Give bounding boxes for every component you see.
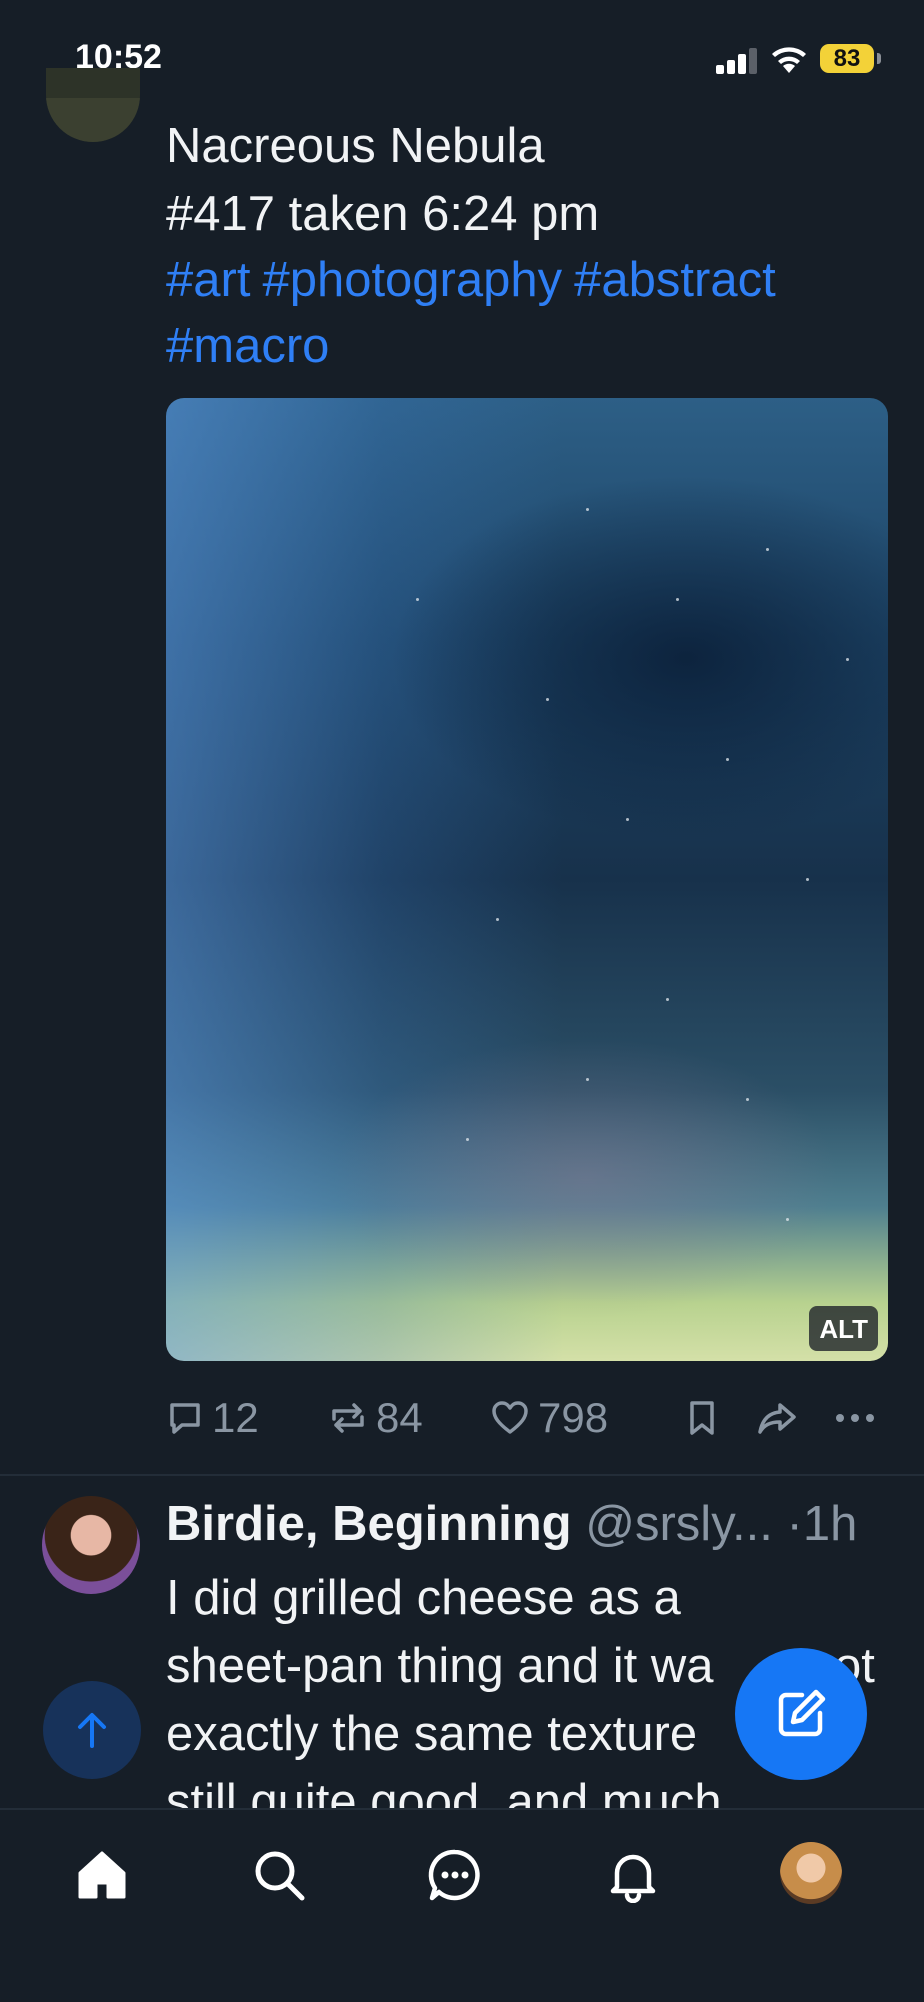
share-button[interactable] (756, 1390, 798, 1446)
reply-count: 12 (212, 1394, 259, 1441)
more-icon (836, 1414, 874, 1422)
author-name[interactable]: Birdie, Beginning (166, 1497, 572, 1551)
post-divider (0, 1474, 924, 1476)
home-icon (78, 1851, 126, 1899)
alt-text-badge[interactable]: ALT (809, 1306, 878, 1351)
hashtag-link[interactable]: #macro (166, 319, 329, 373)
search-icon (255, 1851, 305, 1901)
post-body-line: I did grilled cheese as a (166, 1571, 681, 1625)
cellular-signal-icon (716, 48, 757, 74)
nav-home[interactable] (69, 1842, 135, 1908)
nav-profile-avatar[interactable] (780, 1842, 842, 1904)
nav-chat[interactable] (422, 1842, 488, 1908)
repost-count: 84 (376, 1394, 423, 1441)
hashtag-link[interactable]: #abstract (574, 253, 776, 307)
nav-search[interactable] (246, 1842, 312, 1908)
separator-dot: · (786, 1497, 803, 1551)
repost-icon (332, 1403, 364, 1433)
post-subtitle: #417 taken 6:24 pm (166, 187, 600, 241)
post-title: Nacreous Nebula (166, 119, 545, 173)
repost-button[interactable]: 84 (328, 1390, 423, 1446)
post-body-text: sheet-pan thing and it wa (166, 1639, 714, 1693)
scroll-to-top-button[interactable] (43, 1681, 141, 1779)
bookmark-button[interactable] (686, 1390, 718, 1446)
like-button[interactable]: 798 (490, 1390, 608, 1446)
more-options-button[interactable] (834, 1390, 876, 1446)
author-avatar[interactable] (42, 1496, 140, 1594)
reply-icon (170, 1403, 200, 1434)
post-image[interactable]: ALT (166, 398, 888, 1361)
chat-icon (428, 1849, 480, 1901)
wifi-icon (772, 47, 806, 73)
heart-icon (492, 1401, 528, 1434)
post-header: Birdie, Beginning @srsly... ·1h (166, 1494, 857, 1554)
share-icon (758, 1403, 796, 1434)
reply-button[interactable]: 12 (166, 1390, 259, 1446)
like-count: 798 (538, 1394, 609, 1441)
battery-nub (877, 53, 881, 64)
author-avatar[interactable] (46, 68, 140, 142)
hashtag-row: #art #photography #abstract (166, 246, 788, 314)
compose-icon (778, 1689, 826, 1737)
hashtag-link[interactable]: #art (166, 253, 250, 307)
nav-notifications[interactable] (600, 1842, 666, 1908)
battery-icon: 83 (820, 44, 874, 73)
compose-button[interactable] (735, 1648, 867, 1780)
hashtag-link[interactable]: #photography (262, 253, 562, 307)
author-handle[interactable]: @srsly... (585, 1497, 773, 1551)
notifications-icon (610, 1854, 656, 1903)
post-time: 1h (802, 1497, 858, 1551)
arrow-up-icon (78, 1713, 106, 1748)
hashtag-row: #macro (166, 312, 341, 380)
bookmark-icon (690, 1401, 714, 1435)
